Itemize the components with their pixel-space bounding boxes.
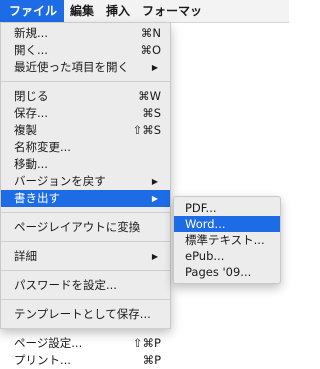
shortcut-label: ⇧⌘S bbox=[132, 123, 161, 137]
menu-item-label: 開く... bbox=[14, 43, 48, 57]
menubar-insert[interactable]: 挿入 bbox=[100, 0, 136, 22]
menu-bar: ファイル 編集 挿入 フォーマッ bbox=[0, 0, 289, 23]
menu-item-label: ページレイアウトに変換 bbox=[14, 220, 141, 234]
shortcut-label: ⌘N bbox=[140, 26, 161, 40]
export-pages-09[interactable]: Pages '09... bbox=[174, 264, 280, 280]
menu-item-label: 詳細 bbox=[14, 249, 37, 263]
submenu-arrow-icon: ▶ bbox=[151, 63, 158, 72]
shortcut-label: ⌘P bbox=[142, 353, 161, 367]
menu-item-open-recent[interactable]: 最近使った項目を開く ▶ bbox=[1, 59, 170, 76]
menu-item-label: 閉じる bbox=[14, 89, 49, 103]
menu-item-label: 名称変更... bbox=[14, 140, 71, 154]
menu-separator bbox=[1, 241, 170, 242]
export-submenu: PDF... Word... 標準テキスト... ePub... Pages '… bbox=[173, 196, 281, 284]
export-pdf[interactable]: PDF... bbox=[174, 200, 280, 216]
shortcut-label: ⇧⌘P bbox=[132, 336, 161, 350]
shortcut-label: ⌘O bbox=[140, 43, 161, 57]
shortcut-label: ⌘S bbox=[142, 106, 161, 120]
menu-separator bbox=[1, 328, 170, 329]
menu-item-convert-page-layout[interactable]: ページレイアウトに変換 bbox=[1, 219, 170, 236]
shortcut-label: ⌘W bbox=[138, 89, 161, 103]
menu-item-label: プリント... bbox=[14, 353, 71, 367]
menu-item-label: 新規... bbox=[14, 26, 48, 40]
menu-item-label: 最近使った項目を開く bbox=[14, 60, 129, 74]
menu-separator bbox=[1, 299, 170, 300]
menu-separator bbox=[1, 212, 170, 213]
menu-item-new[interactable]: 新規... ⌘N bbox=[1, 25, 170, 42]
menu-item-page-setup[interactable]: ページ設定... ⇧⌘P bbox=[1, 335, 170, 352]
menu-item-duplicate[interactable]: 複製 ⇧⌘S bbox=[1, 122, 170, 139]
menubar-format[interactable]: フォーマッ bbox=[136, 0, 208, 22]
submenu-arrow-icon: ▶ bbox=[151, 252, 158, 261]
menu-separator bbox=[1, 81, 170, 82]
menu-item-label: ページ設定... bbox=[14, 336, 83, 350]
menu-item-set-password[interactable]: パスワードを設定... bbox=[1, 277, 170, 294]
menu-item-rename[interactable]: 名称変更... bbox=[1, 139, 170, 156]
menu-item-label: 移動... bbox=[14, 157, 48, 171]
menu-item-label: 書き出す bbox=[14, 191, 60, 205]
menu-item-export[interactable]: 書き出す ▶ bbox=[1, 190, 170, 207]
menu-item-print[interactable]: プリント... ⌘P bbox=[1, 352, 170, 369]
menu-item-label: 保存... bbox=[14, 106, 48, 120]
menu-item-close[interactable]: 閉じる ⌘W bbox=[1, 88, 170, 105]
export-plain-text[interactable]: 標準テキスト... bbox=[174, 232, 280, 248]
submenu-arrow-icon: ▶ bbox=[151, 177, 158, 186]
menu-separator bbox=[1, 270, 170, 271]
menu-item-save[interactable]: 保存... ⌘S bbox=[1, 105, 170, 122]
menu-item-revert[interactable]: バージョンを戻す ▶ bbox=[1, 173, 170, 190]
menu-item-save-as-template[interactable]: テンプレートとして保存... bbox=[1, 306, 170, 323]
submenu-arrow-icon: ▶ bbox=[151, 194, 158, 203]
menubar-file[interactable]: ファイル bbox=[0, 0, 65, 22]
file-menu: 新規... ⌘N 開く... ⌘O 最近使った項目を開く ▶ 閉じる ⌘W 保存… bbox=[0, 23, 171, 367]
menu-item-label: パスワードを設定... bbox=[14, 278, 117, 292]
export-word[interactable]: Word... bbox=[174, 216, 280, 232]
menu-item-label: バージョンを戻す bbox=[14, 174, 106, 188]
menu-item-move[interactable]: 移動... bbox=[1, 156, 170, 173]
export-epub[interactable]: ePub... bbox=[174, 248, 280, 264]
menu-item-open[interactable]: 開く... ⌘O bbox=[1, 42, 170, 59]
menu-item-advanced[interactable]: 詳細 ▶ bbox=[1, 248, 170, 265]
menubar-edit[interactable]: 編集 bbox=[64, 0, 100, 22]
menu-item-label: 複製 bbox=[14, 123, 37, 137]
menu-item-label: テンプレートとして保存... bbox=[14, 307, 151, 321]
